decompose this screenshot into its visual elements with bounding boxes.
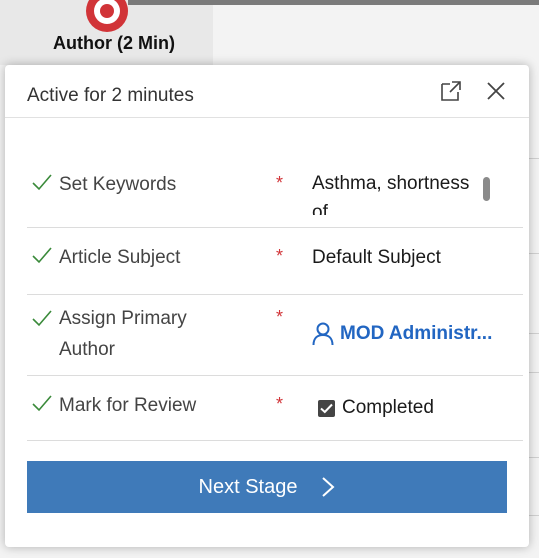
next-stage-label: Next Stage <box>198 475 298 498</box>
step-label: Article Subject <box>59 247 181 268</box>
checkmark-icon <box>32 310 52 327</box>
next-stage-button[interactable]: Next Stage <box>27 461 507 513</box>
stage-title[interactable]: Author (2 Min) <box>0 33 228 54</box>
keywords-field[interactable]: Asthma, shortness of <box>312 169 487 215</box>
stage-flyout: Active for 2 minutes Set Keywords * Asth… <box>5 65 529 547</box>
process-bar-line <box>128 0 539 5</box>
chevron-right-icon <box>322 477 335 497</box>
step-label: Assign Primary Author <box>59 308 187 360</box>
checkbox-label[interactable]: Completed <box>342 397 434 419</box>
required-indicator: * <box>276 246 284 266</box>
step-set-keywords: Set Keywords * Asthma, shortness of <box>27 155 523 228</box>
checkmark-icon <box>32 247 52 264</box>
checkmark-icon <box>32 174 52 191</box>
flyout-header: Active for 2 minutes <box>5 65 529 118</box>
checkbox-icon[interactable] <box>318 399 335 417</box>
user-icon <box>312 322 334 346</box>
checkmark-icon <box>32 395 52 412</box>
step-label: Mark for Review <box>59 395 197 416</box>
step-assign-primary-author: Assign Primary Author * MOD Administr... <box>27 295 523 376</box>
flyout-header-text: Active for 2 minutes <box>27 85 194 106</box>
article-subject-field[interactable]: Default Subject <box>312 247 441 269</box>
popout-icon[interactable] <box>439 79 463 103</box>
step-mark-for-review: Mark for Review * Completed <box>27 376 523 441</box>
required-indicator: * <box>276 394 284 414</box>
close-icon[interactable] <box>484 79 508 103</box>
required-indicator: * <box>276 173 284 193</box>
required-indicator: * <box>276 307 284 327</box>
mark-for-review-field[interactable]: Completed <box>318 397 434 419</box>
primary-author-name[interactable]: MOD Administr... <box>340 323 492 345</box>
step-label: Set Keywords <box>59 174 177 195</box>
keywords-scrollbar[interactable] <box>483 177 490 201</box>
primary-author-lookup[interactable]: MOD Administr... <box>312 322 492 346</box>
step-article-subject: Article Subject * Default Subject <box>27 228 523 295</box>
